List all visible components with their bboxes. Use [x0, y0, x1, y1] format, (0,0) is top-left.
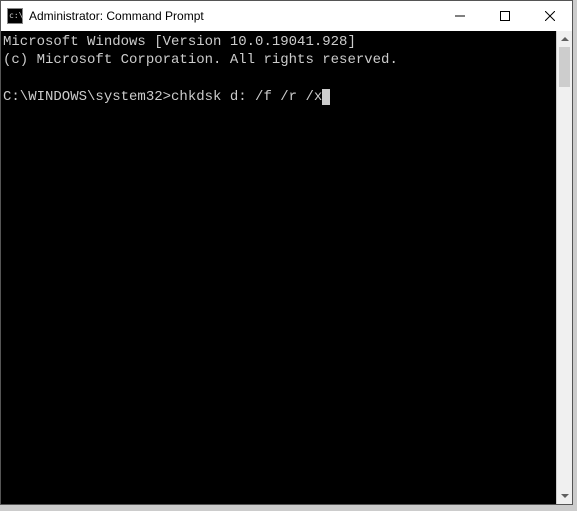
minimize-button[interactable] [437, 1, 482, 31]
titlebar[interactable]: c:\ Administrator: Command Prompt [1, 1, 572, 31]
scroll-thumb[interactable] [559, 47, 570, 87]
terminal-area: Microsoft Windows [Version 10.0.19041.92… [1, 31, 572, 504]
terminal[interactable]: Microsoft Windows [Version 10.0.19041.92… [1, 31, 556, 504]
maximize-button[interactable] [482, 1, 527, 31]
terminal-prompt: C:\WINDOWS\system32> [3, 89, 171, 105]
scroll-track[interactable] [557, 47, 572, 488]
scroll-down-button[interactable] [557, 488, 572, 504]
cursor [322, 89, 330, 105]
window-title: Administrator: Command Prompt [29, 9, 437, 23]
close-button[interactable] [527, 1, 572, 31]
vertical-scrollbar[interactable] [556, 31, 572, 504]
window-controls [437, 1, 572, 31]
terminal-line: (c) Microsoft Corporation. All rights re… [3, 52, 398, 68]
terminal-command: chkdsk d: /f /r /x [171, 89, 322, 105]
app-icon: c:\ [7, 8, 23, 24]
command-prompt-window: c:\ Administrator: Command Prompt Micros… [0, 0, 573, 505]
app-icon-text: c:\ [9, 12, 23, 20]
terminal-line: Microsoft Windows [Version 10.0.19041.92… [3, 34, 356, 50]
scroll-up-button[interactable] [557, 31, 572, 47]
